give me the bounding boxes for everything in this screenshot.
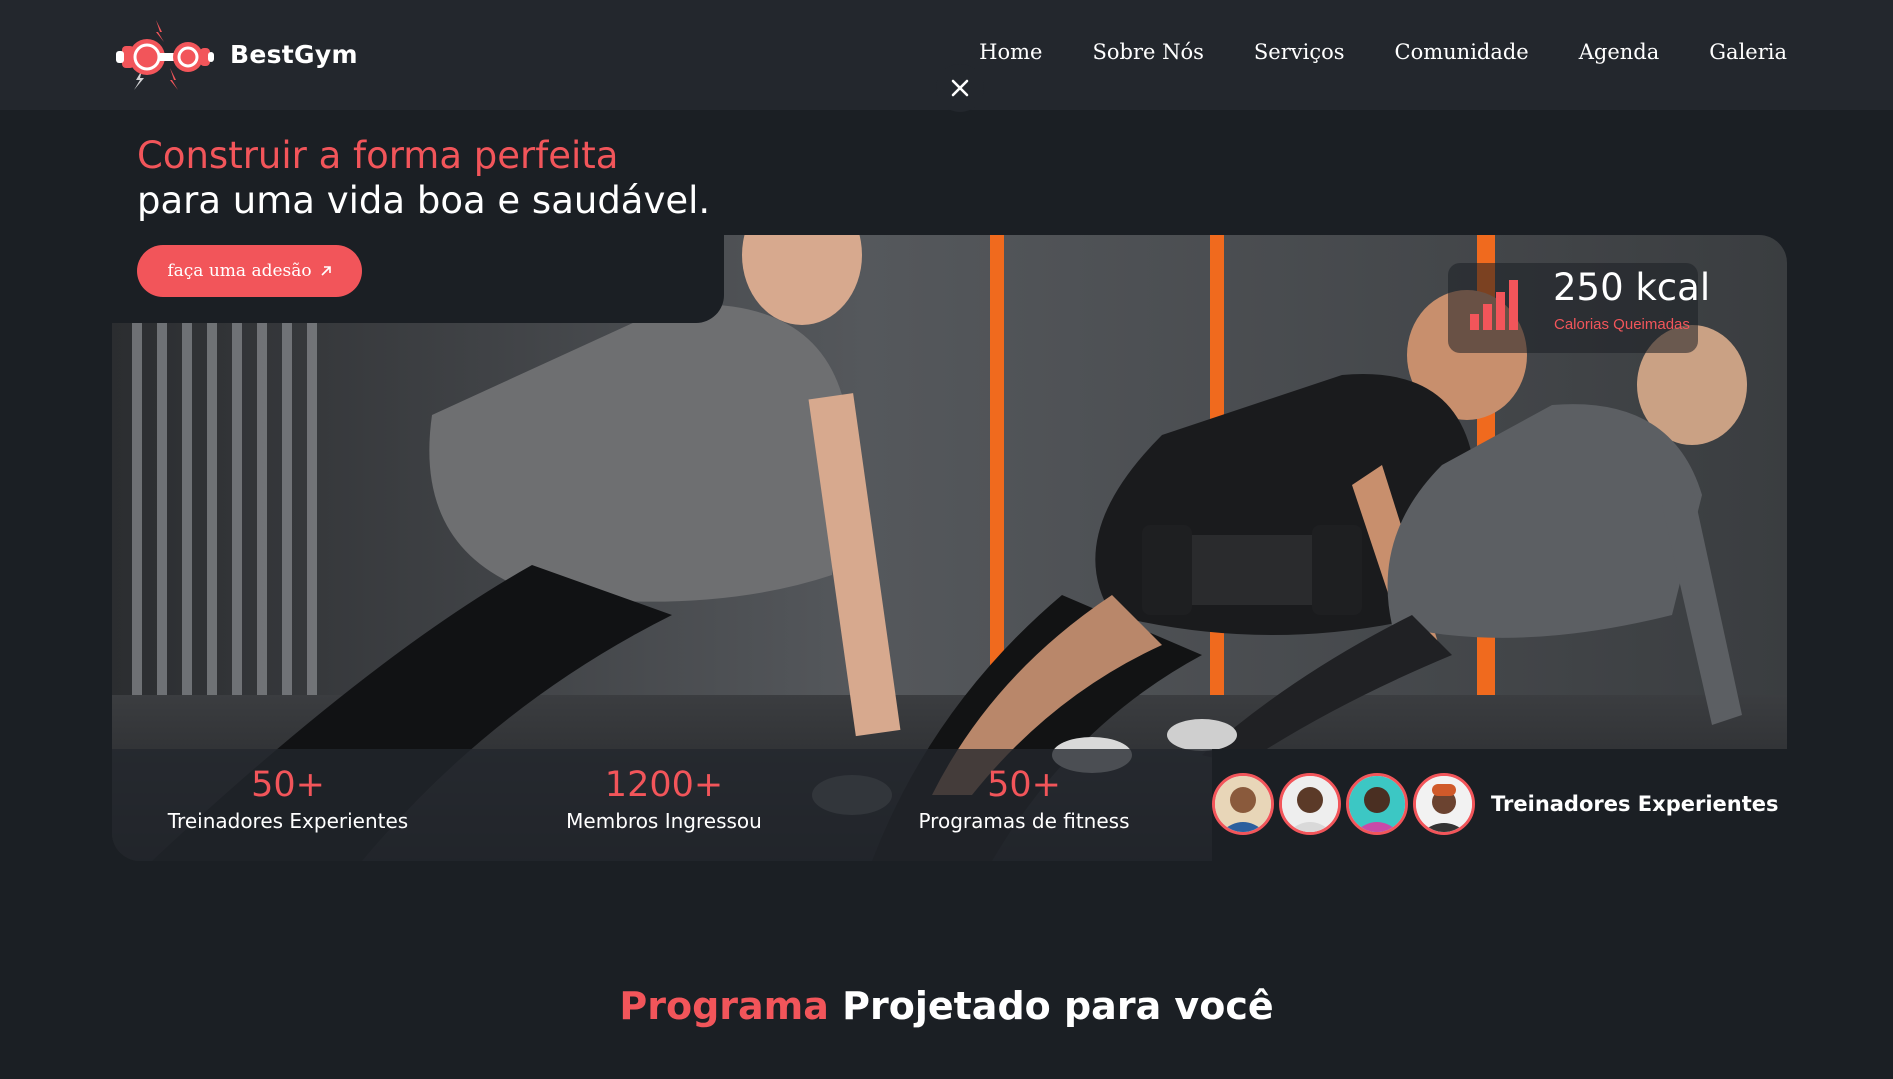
- close-icon: [951, 79, 969, 97]
- nav-services[interactable]: Serviços: [1254, 40, 1345, 64]
- trainer-avatar[interactable]: [1279, 773, 1341, 835]
- stat-label: Programas de fitness: [918, 808, 1130, 833]
- trainer-avatar[interactable]: [1413, 773, 1475, 835]
- nav-about[interactable]: Sobre Nós: [1092, 40, 1203, 64]
- stat-trainers: 50+ Treinadores Experientes: [160, 766, 416, 833]
- stat-label: Membros Ingressou: [566, 808, 762, 833]
- join-button-label: faça uma adesão: [167, 261, 312, 281]
- nav-gallery[interactable]: Galeria: [1709, 40, 1787, 64]
- nav-community[interactable]: Comunidade: [1395, 40, 1529, 64]
- main-nav: Home Sobre Nós Serviços Comunidade Agend…: [929, 40, 1787, 64]
- stat-number: 50+: [251, 765, 325, 805]
- dumbbell-icon[interactable]: [112, 18, 216, 92]
- trainer-avatar[interactable]: [1212, 773, 1274, 835]
- stat-programs: 50+ Programas de fitness: [912, 766, 1136, 833]
- program-section-title: Programa Projetado para você: [0, 984, 1893, 1028]
- calories-label: Calorias Queimadas: [1554, 316, 1690, 333]
- program-title-rest: Projetado para você: [842, 984, 1274, 1028]
- hero-title: para uma vida boa e saudável.: [137, 179, 711, 222]
- calories-value: 250 kcal: [1553, 266, 1711, 309]
- trainer-avatar[interactable]: [1346, 773, 1408, 835]
- stat-number: 1200+: [604, 765, 724, 805]
- program-title-accent: Programa: [619, 984, 829, 1028]
- stat-label: Treinadores Experientes: [167, 808, 409, 833]
- hero-title-accent: Construir a forma perfeita: [137, 134, 619, 177]
- nav-home[interactable]: Home: [979, 40, 1042, 64]
- stat-members: 1200+ Membros Ingressou: [548, 766, 780, 833]
- nav-schedule[interactable]: Agenda: [1579, 40, 1660, 64]
- trainers-label: Treinadores Experientes: [1491, 792, 1779, 816]
- stat-number: 50+: [987, 765, 1061, 805]
- join-button[interactable]: faça uma adesão: [137, 245, 362, 297]
- bar-chart-icon: [1470, 280, 1518, 330]
- brand-name[interactable]: BestGym: [230, 40, 358, 69]
- close-menu-button[interactable]: [936, 64, 984, 112]
- arrow-up-right-icon: [321, 266, 331, 276]
